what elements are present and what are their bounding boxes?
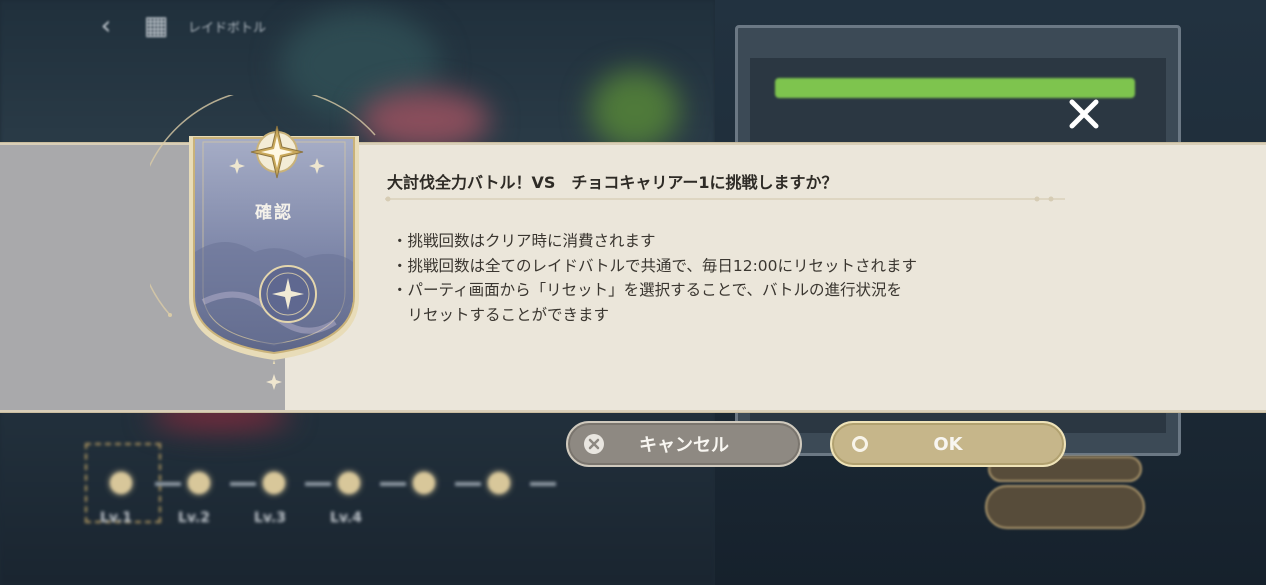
banner-shield-icon [189, 125, 359, 370]
dialog-title: 大討伐全力バトル！VS チョコキャリアー1に挑戦しますか？ [387, 173, 838, 192]
menu-grid-icon: ▦ [143, 11, 169, 41]
ok-button[interactable]: OK [830, 421, 1066, 467]
note-line: ・挑戦回数はクリア時に消費されます [392, 232, 656, 250]
ok-circle-icon [852, 436, 868, 452]
level-node [188, 472, 210, 494]
close-button[interactable] [1064, 94, 1104, 134]
background-header: ‹ ▦ レイドボトル [88, 8, 266, 44]
cancel-x-icon [584, 434, 604, 454]
scene-blob [590, 70, 680, 150]
banner-title: 確認 [255, 203, 293, 223]
background-button [985, 485, 1145, 529]
level-node [338, 472, 360, 494]
level-label: Lv.2 [178, 510, 210, 526]
level-node [413, 472, 435, 494]
confirm-banner: 確認 [185, 102, 363, 370]
note-line: リセットすることができます [392, 305, 610, 324]
level-label: Lv.3 [254, 510, 286, 526]
dialog-notes: ・挑戦回数はクリア時に消費されます ・挑戦回数は全てのレイドバトルで共通で、毎日… [392, 229, 917, 327]
note-line: ・パーティ画面から「リセット」を選択することで、バトルの進行状況を [392, 281, 902, 299]
level-track: Lv.1 Lv.2 Lv.3 Lv.4 [80, 440, 560, 550]
note-line: ・挑戦回数は全てのレイドバトルで共通で、毎日12:00にリセットされます [392, 256, 918, 275]
title-divider [385, 196, 1065, 202]
level-node [488, 472, 510, 494]
background-header-label: レイドボトル [188, 20, 267, 36]
back-arrow-icon: ‹ [100, 11, 112, 41]
level-label: Lv.1 [100, 510, 132, 526]
cancel-button[interactable]: キャンセル [566, 421, 802, 467]
level-label: Lv.4 [330, 510, 362, 526]
sparkle-icon [266, 374, 282, 390]
close-x-icon [1069, 99, 1099, 129]
level-node [263, 472, 285, 494]
level-node [110, 472, 132, 494]
